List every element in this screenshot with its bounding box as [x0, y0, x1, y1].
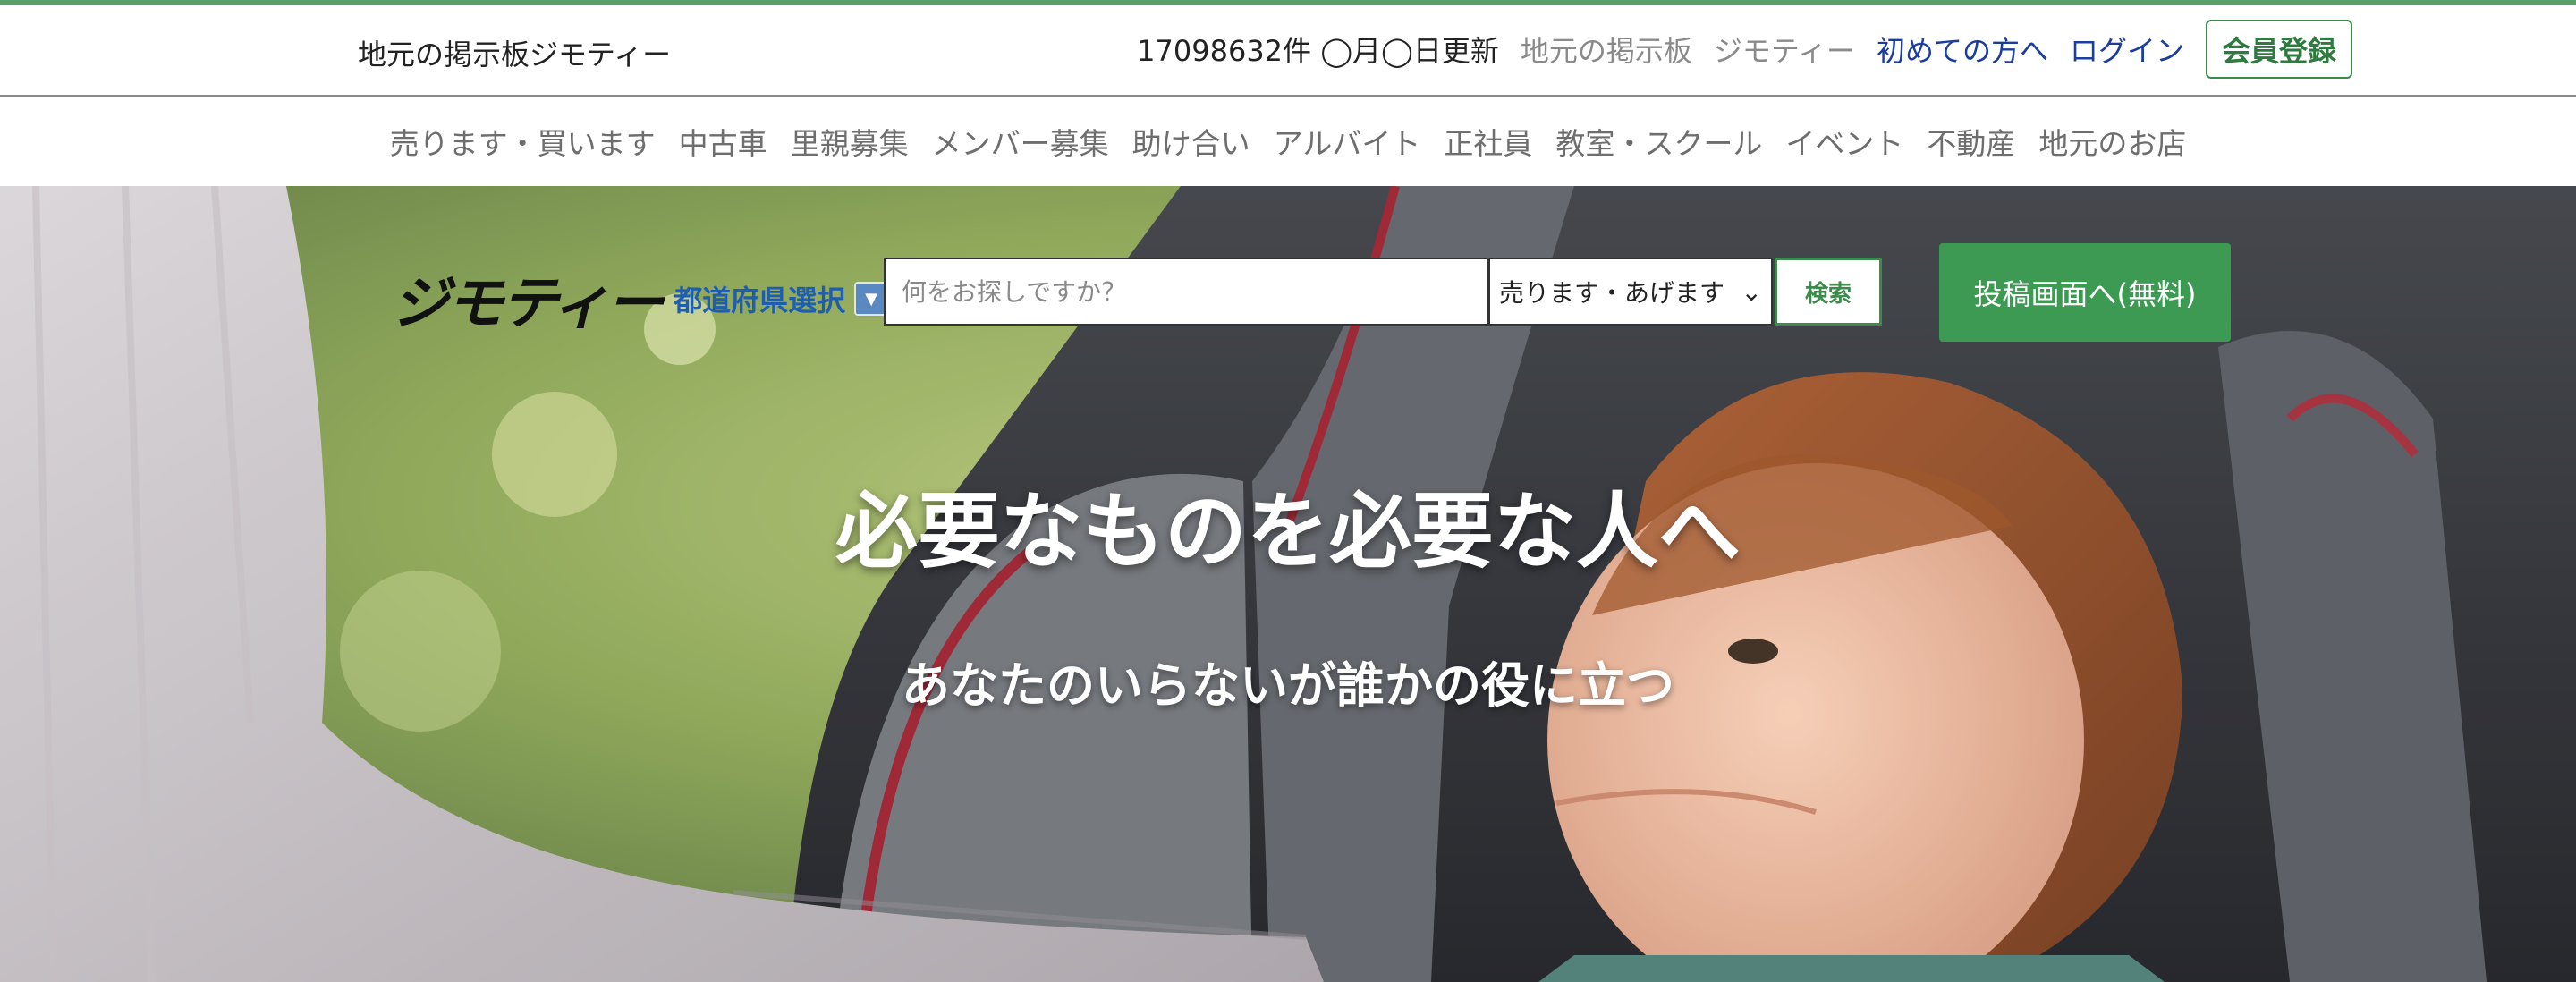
- post-button[interactable]: 投稿画面へ(無料): [1939, 243, 2231, 342]
- category-link[interactable]: 中古車: [679, 120, 767, 163]
- jmty-logo[interactable]: ジモティー: [392, 258, 664, 340]
- category-link[interactable]: イベント: [1785, 120, 1903, 163]
- post-count-text: 17098632件 ◯月◯日更新: [1137, 34, 1499, 68]
- first-time-link[interactable]: 初めての方へ: [1877, 29, 2048, 70]
- chevron-down-icon: ⌄: [1741, 276, 1762, 307]
- category-link[interactable]: 正社員: [1444, 120, 1532, 163]
- site-header: 地元の掲示板ジモティー 17098632件 ◯月◯日更新 地元の掲示板 ジモティ…: [0, 5, 2576, 97]
- search-button[interactable]: 検索: [1775, 258, 1882, 326]
- category-link[interactable]: アルバイト: [1274, 120, 1421, 163]
- category-link[interactable]: 里親募集: [791, 120, 909, 163]
- category-nav: 売ります・買います 中古車 里親募集 メンバー募集 助け合い アルバイト 正社員…: [0, 97, 2576, 186]
- category-link[interactable]: 不動産: [1927, 120, 2015, 163]
- tagline-brand: ジモティー: [1713, 34, 1855, 68]
- login-link[interactable]: ログイン: [2070, 29, 2184, 70]
- logo-area: ジモティー 都道府県選択 ▼: [392, 258, 889, 340]
- hero-subheadline: あなたのいらないが誰かの役に立つ: [902, 657, 1674, 714]
- category-link[interactable]: 売ります・買います: [390, 120, 656, 163]
- category-link[interactable]: 地元のお店: [2038, 120, 2186, 163]
- category-link[interactable]: 教室・スクール: [1555, 120, 1762, 163]
- register-button[interactable]: 会員登録: [2205, 20, 2352, 79]
- hero-headline: 必要なものを必要な人へ: [835, 484, 1741, 580]
- site-title[interactable]: 地元の掲示板ジモティー: [358, 32, 671, 73]
- category-select-value: 売ります・あげます: [1499, 278, 1725, 308]
- tagline-board: 地元の掲示板: [1520, 34, 1692, 68]
- header-right-group: 17098632件 ◯月◯日更新 地元の掲示板 ジモティー 初めての方へ ログイ…: [1137, 20, 2352, 79]
- search-input[interactable]: [884, 258, 1488, 326]
- category-select[interactable]: 売ります・あげます ⌄: [1488, 258, 1773, 326]
- prefecture-select[interactable]: 都道府県選択 ▼: [674, 278, 889, 319]
- category-link[interactable]: 助け合い: [1132, 120, 1250, 163]
- category-link[interactable]: メンバー募集: [932, 120, 1109, 163]
- hero-banner: ジモティー 都道府県選択 ▼ 売ります・あげます ⌄ 検索 投稿画面へ(無料) …: [0, 186, 2576, 982]
- prefecture-select-label: 都道府県選択: [674, 284, 846, 317]
